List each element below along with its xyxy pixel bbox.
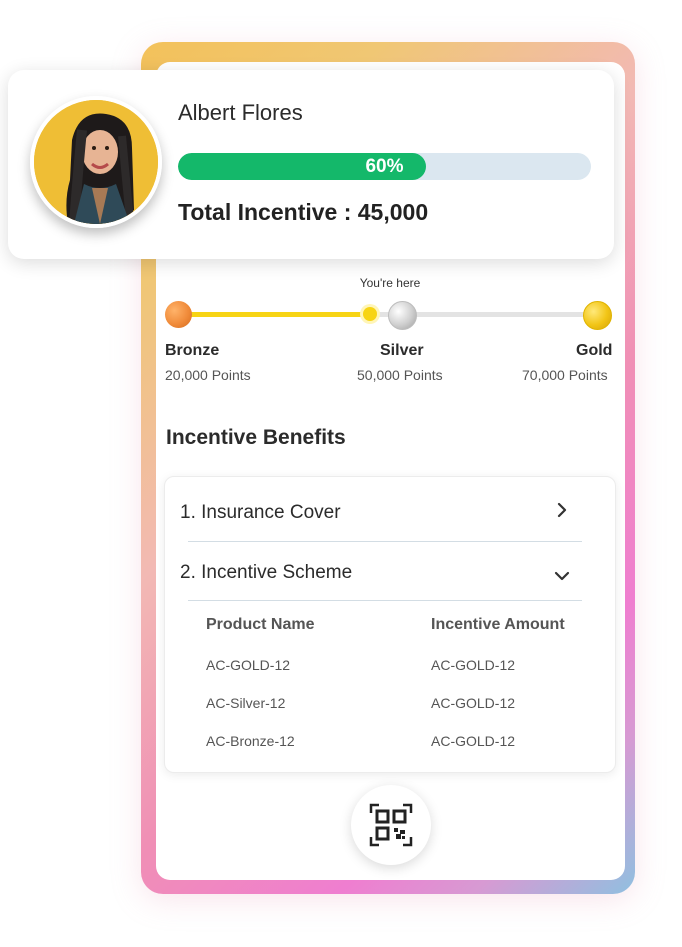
tier-points-bronze: 20,000 Points bbox=[165, 367, 251, 383]
tier-name-silver: Silver bbox=[380, 342, 424, 359]
tier-points-gold: 70,000 Points bbox=[522, 367, 608, 383]
table-cell: AC-GOLD-12 bbox=[431, 733, 516, 749]
avatar-portrait-icon bbox=[34, 100, 158, 224]
qr-scan-button[interactable] bbox=[351, 785, 431, 865]
table-header-product-name: Product Name bbox=[206, 616, 315, 633]
divider bbox=[188, 541, 582, 542]
table-cell: AC-GOLD-12 bbox=[431, 657, 516, 673]
table-cell: AC-GOLD-12 bbox=[431, 695, 516, 711]
total-incentive: Total Incentive : 45,000 bbox=[178, 199, 429, 225]
chevron-down-icon[interactable] bbox=[553, 566, 571, 587]
you-are-here-label: You're here bbox=[359, 276, 421, 290]
tier-name-gold: Gold bbox=[576, 342, 613, 359]
table-cell: AC-Silver-12 bbox=[206, 695, 286, 711]
table-cell: AC-Bronze-12 bbox=[206, 733, 295, 749]
section-title-incentive-benefits: Incentive Benefits bbox=[166, 426, 346, 449]
benefit-item-insurance-cover[interactable]: 1. Insurance Cover bbox=[180, 502, 341, 524]
chevron-right-icon[interactable] bbox=[556, 501, 568, 524]
tier-name-bronze: Bronze bbox=[165, 342, 220, 359]
tier-points-silver: 50,000 Points bbox=[357, 367, 443, 383]
table-header-incentive-amount: Incentive Amount bbox=[431, 616, 565, 633]
incentive-progress-bar: 60% bbox=[178, 153, 591, 180]
tier-line-active bbox=[180, 312, 370, 317]
table-cell: AC-GOLD-12 bbox=[206, 657, 291, 673]
current-position-marker bbox=[363, 307, 377, 321]
divider bbox=[188, 600, 582, 601]
qr-code-icon bbox=[369, 803, 413, 847]
avatar[interactable] bbox=[30, 96, 162, 228]
progress-label: 60% bbox=[365, 155, 404, 177]
user-name: Albert Flores bbox=[178, 100, 303, 125]
bronze-medal-icon[interactable] bbox=[165, 301, 192, 328]
gold-medal-icon[interactable] bbox=[583, 301, 612, 330]
silver-medal-icon[interactable] bbox=[388, 301, 417, 330]
benefit-item-incentive-scheme[interactable]: 2. Incentive Scheme bbox=[180, 562, 352, 584]
